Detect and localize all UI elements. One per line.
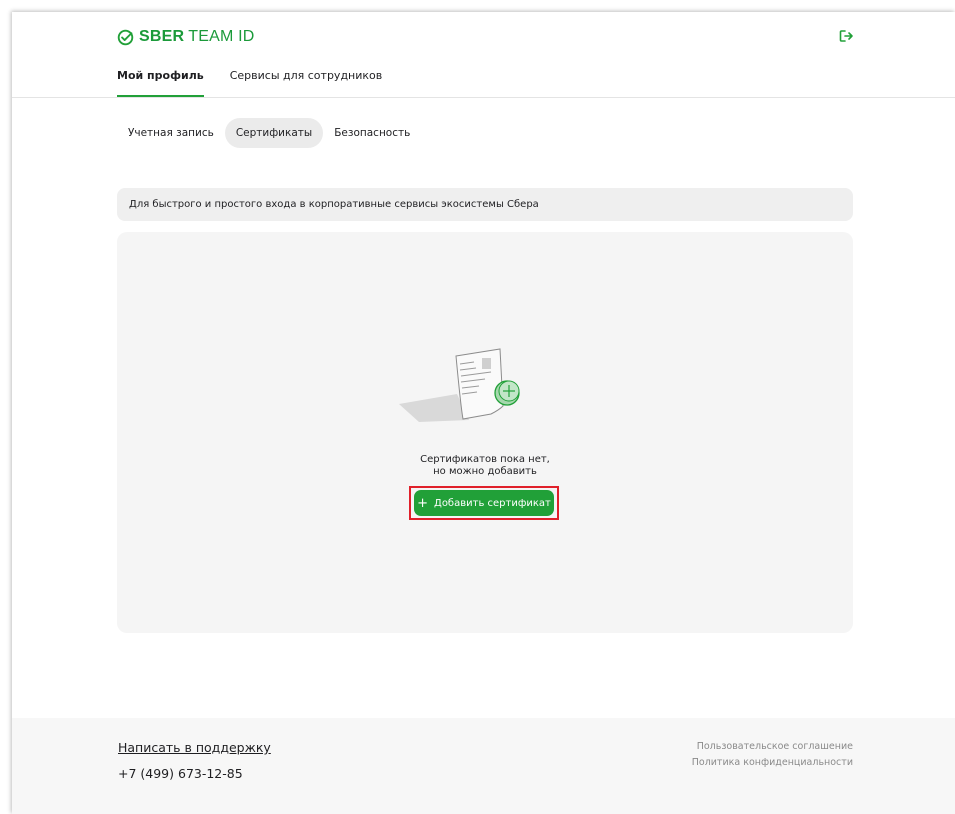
privacy-policy-link[interactable]: Политика конфиденциальности [692,755,853,771]
empty-state-line2: но можно добавить [433,466,537,477]
plus-icon: + [417,495,428,511]
subtab-certificates[interactable]: Сертификаты [224,118,324,148]
sub-tabs: Учетная запись Сертификаты Безопасность [117,118,421,148]
add-certificate-button[interactable]: + Добавить сертификат [414,490,554,516]
app-window: SBER TEAM ID Мой профиль Сервисы для сотр… [12,12,955,814]
highlight-box: + Добавить сертификат [409,486,559,520]
info-banner: Для быстрого и простого входа в корпорат… [117,188,853,221]
support-link[interactable]: Написать в поддержку [118,740,271,755]
logo[interactable]: SBER TEAM ID [117,27,255,47]
tab-employee-services[interactable]: Сервисы для сотрудников [230,69,383,97]
subtab-account[interactable]: Учетная запись [117,118,225,148]
empty-state-panel: Сертификатов пока нет, но можно добавить… [117,232,853,633]
subtab-security[interactable]: Безопасность [323,118,421,148]
document-add-icon [399,348,520,422]
empty-state-line1: Сертификатов пока нет, [420,454,550,465]
empty-state-text: Сертификатов пока нет, но можно добавить [117,454,853,478]
logo-text: SBER TEAM ID [139,28,255,45]
header: SBER TEAM ID Мой профиль Сервисы для сотр… [12,12,955,98]
top-tabs: Мой профиль Сервисы для сотрудников [117,69,408,97]
add-certificate-label: Добавить сертификат [434,497,551,509]
tab-my-profile[interactable]: Мой профиль [117,69,204,97]
main-content: Учетная запись Сертификаты Безопасность … [12,99,955,718]
footer-links: Пользовательское соглашение Политика кон… [692,739,853,771]
logout-icon[interactable] [838,28,854,44]
support-phone: +7 (499) 673-12-85 [118,766,243,781]
user-agreement-link[interactable]: Пользовательское соглашение [692,739,853,755]
sber-logo-icon [117,29,134,45]
footer: Написать в поддержку +7 (499) 673-12-85 … [12,718,955,814]
